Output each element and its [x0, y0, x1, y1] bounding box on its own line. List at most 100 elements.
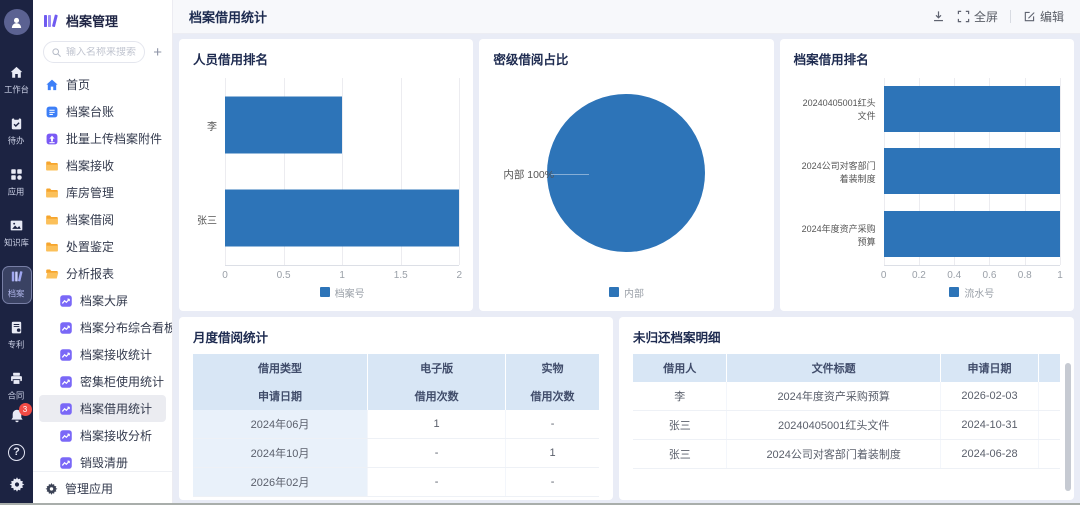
archive-icon — [9, 269, 24, 284]
sidebar-item[interactable]: 档案借用统计 — [39, 395, 166, 422]
sidebar-item[interactable]: 档案台账 — [39, 98, 166, 125]
fullscreen-button[interactable]: 全屏 — [957, 8, 998, 25]
manage-apps-button[interactable]: 管理应用 — [33, 471, 172, 505]
bar — [884, 148, 1060, 194]
sidebar-item[interactable]: 档案接收 — [39, 152, 166, 179]
table-cell — [1039, 411, 1060, 440]
column-header: 借用人 — [633, 354, 727, 382]
rail-item-knowledge[interactable]: 知识库 — [2, 215, 32, 253]
unreturned-archives-table: 借用人文件标题申请日期李2024年度资产采购预算2026-02-03张三2024… — [633, 354, 1060, 469]
pie-leader-line — [551, 174, 589, 175]
axis-tick-label: 0.6 — [983, 270, 997, 281]
pie-data-label: 内部 100% — [503, 167, 554, 182]
category-label: 2024公司对客部门着装制度 — [794, 141, 884, 204]
table-cell: - — [368, 468, 506, 497]
sidebar-item[interactable]: 分析报表 — [39, 260, 166, 287]
left-rail: 工作台待办应用知识库档案专利合同 3 ? — [0, 0, 33, 505]
panel-person-borrow-ranking: 人员借用排名 李张三00.511.52档案号 — [179, 39, 473, 311]
sidebar-item[interactable]: 批量上传档案附件 — [39, 125, 166, 152]
rail-item-tasks[interactable]: 待办 — [2, 113, 32, 151]
sidebar-item-label: 档案接收分析 — [80, 427, 152, 444]
folder-icon — [45, 186, 59, 200]
app-window: 工作台待办应用知识库档案专利合同 3 ? 档案管理 + — [0, 0, 1080, 505]
bar — [225, 96, 342, 153]
sidebar-item[interactable]: 销毁清册 — [39, 449, 166, 471]
legend-label: 流水号 — [964, 285, 994, 300]
table-cell: 2026年02月 — [193, 468, 368, 497]
doc-blue-icon — [45, 105, 59, 119]
rail-item-label: 待办 — [8, 135, 25, 147]
legend-swatch — [320, 287, 330, 297]
column-header: 申请日期 — [193, 382, 368, 410]
notification-badge: 3 — [19, 403, 32, 416]
help-button[interactable]: ? — [8, 444, 25, 461]
bar — [884, 86, 1060, 132]
table-cell: - — [506, 410, 599, 439]
rail-item-contract[interactable]: 合同 — [2, 368, 32, 406]
folder-icon — [45, 159, 59, 173]
pie-legend: 内部 — [493, 283, 759, 301]
legend-label: 档案号 — [335, 285, 365, 300]
axis-tick-label: 0.4 — [947, 270, 961, 281]
add-button[interactable]: + — [151, 45, 164, 60]
patent-icon — [9, 320, 24, 335]
sidebar-item-label: 密集柜使用统计 — [80, 373, 164, 390]
settings-button[interactable] — [9, 476, 25, 497]
contract-icon — [9, 371, 24, 386]
main-area: 档案借用统计 全屏 编辑 人员借用排名 李张三 — [173, 0, 1080, 505]
app-title: 档案管理 — [66, 11, 118, 30]
sidebar-item[interactable]: 首页 — [39, 71, 166, 98]
doc-purple-icon — [45, 132, 59, 146]
panel-archive-borrow-ranking: 档案借用排名 20240405001红头文件2024公司对客部门着装制度2024… — [780, 39, 1074, 311]
sidebar-item[interactable]: 档案大屏 — [39, 287, 166, 314]
axis-tick-label: 0.8 — [1018, 270, 1032, 281]
sidebar-item[interactable]: 档案接收统计 — [39, 341, 166, 368]
search-input[interactable] — [66, 47, 137, 58]
rail-item-home[interactable]: 工作台 — [2, 62, 32, 100]
axis-tick-label: 0 — [881, 270, 887, 281]
column-header: 实物 — [506, 354, 599, 382]
rail-item-label: 知识库 — [4, 237, 29, 249]
chart-icon — [59, 402, 73, 416]
sidebar-item-label: 首页 — [66, 76, 90, 93]
column-header: 借用类型 — [193, 354, 368, 382]
bar-row — [225, 172, 459, 266]
column-header: 借用次数 — [368, 382, 506, 410]
home-icon — [9, 65, 24, 80]
user-avatar[interactable] — [4, 9, 30, 35]
sidebar-item[interactable]: 档案分布综合看板 — [39, 314, 166, 341]
pie-slice-internal — [547, 94, 705, 252]
rail-item-patent[interactable]: 专利 — [2, 317, 32, 355]
rail-item-apps[interactable]: 应用 — [2, 164, 32, 202]
sidebar-item[interactable]: 档案接收分析 — [39, 422, 166, 449]
table-cell: 李 — [633, 382, 727, 411]
rail-item-label: 档案 — [8, 288, 25, 300]
table-cell — [1039, 382, 1060, 411]
category-label: 李 — [193, 78, 225, 172]
sidebar-item[interactable]: 密集柜使用统计 — [39, 368, 166, 395]
person-borrow-bar-chart: 李张三00.511.52档案号 — [193, 68, 459, 301]
sidebar-item[interactable]: 库房管理 — [39, 179, 166, 206]
notifications-button[interactable]: 3 — [9, 408, 25, 429]
bar-row — [225, 78, 459, 172]
table-scrollbar[interactable] — [1065, 363, 1071, 491]
tasks-icon — [9, 116, 24, 131]
sidebar-item-label: 档案借阅 — [66, 211, 114, 228]
folder-open-icon — [45, 267, 59, 281]
person-icon — [9, 15, 24, 30]
apps-icon — [9, 167, 24, 182]
download-icon — [932, 10, 945, 23]
download-button[interactable] — [932, 10, 945, 23]
page-title: 档案借用统计 — [189, 7, 267, 26]
sidebar-item[interactable]: 档案借阅 — [39, 206, 166, 233]
sidebar-item-label: 档案接收 — [66, 157, 114, 174]
axis-tick-label: 1 — [339, 270, 345, 281]
edit-button[interactable]: 编辑 — [1023, 8, 1064, 25]
sidebar-item[interactable]: 处置鉴定 — [39, 233, 166, 260]
table-cell: 2024-10-31 — [940, 411, 1038, 440]
search-icon — [51, 47, 62, 58]
sidebar-item-label: 档案分布综合看板 — [80, 319, 172, 336]
rail-item-archive[interactable]: 档案 — [2, 266, 32, 304]
column-header — [1039, 354, 1060, 382]
sidebar-item-label: 分析报表 — [66, 265, 114, 282]
